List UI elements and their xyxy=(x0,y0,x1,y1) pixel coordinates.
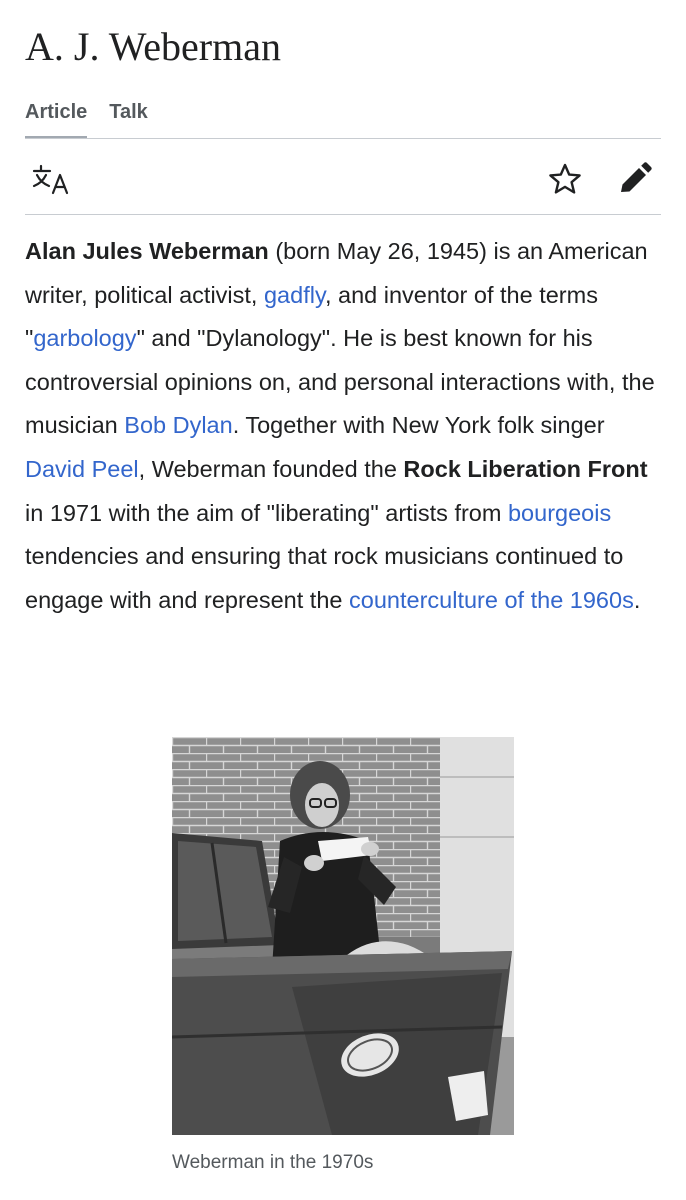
lead-text: in 1971 with the aim of "liberating" art… xyxy=(25,499,508,526)
lead-text: . xyxy=(633,586,641,613)
photo-illustration xyxy=(172,737,514,1135)
tab-talk[interactable]: Talk xyxy=(109,98,148,138)
pencil-icon[interactable] xyxy=(616,160,654,196)
translate-icon[interactable] xyxy=(31,162,71,196)
lead-text: , Weberman founded the xyxy=(138,455,404,482)
link-garbology[interactable]: garbology xyxy=(33,325,136,351)
star-icon[interactable] xyxy=(547,162,583,196)
page-title: A. J. Weberman xyxy=(25,24,281,69)
link-gadfly[interactable]: gadfly xyxy=(264,282,325,308)
link-bob-dylan[interactable]: Bob Dylan xyxy=(124,412,232,438)
lead-text: . Together with New York folk singer xyxy=(232,412,605,439)
link-bourgeois[interactable]: bourgeois xyxy=(508,500,611,526)
toolbar-divider xyxy=(25,214,661,215)
photo-caption: Weberman in the 1970s xyxy=(172,1152,374,1173)
link-david-peel[interactable]: David Peel xyxy=(25,456,139,482)
tab-article[interactable]: Article xyxy=(25,98,88,139)
tabs-divider xyxy=(25,138,661,139)
page-tabs: Article Talk xyxy=(25,98,148,139)
lead-paragraph: Alan Jules Weberman (born May 26, 1945) … xyxy=(25,230,665,622)
article-photo[interactable] xyxy=(172,737,514,1135)
rock-liberation-front: Rock Liberation Front xyxy=(403,455,648,482)
subject-name: Alan Jules Weberman xyxy=(25,238,269,264)
link-counterculture[interactable]: counterculture of the 1960s xyxy=(349,587,634,613)
